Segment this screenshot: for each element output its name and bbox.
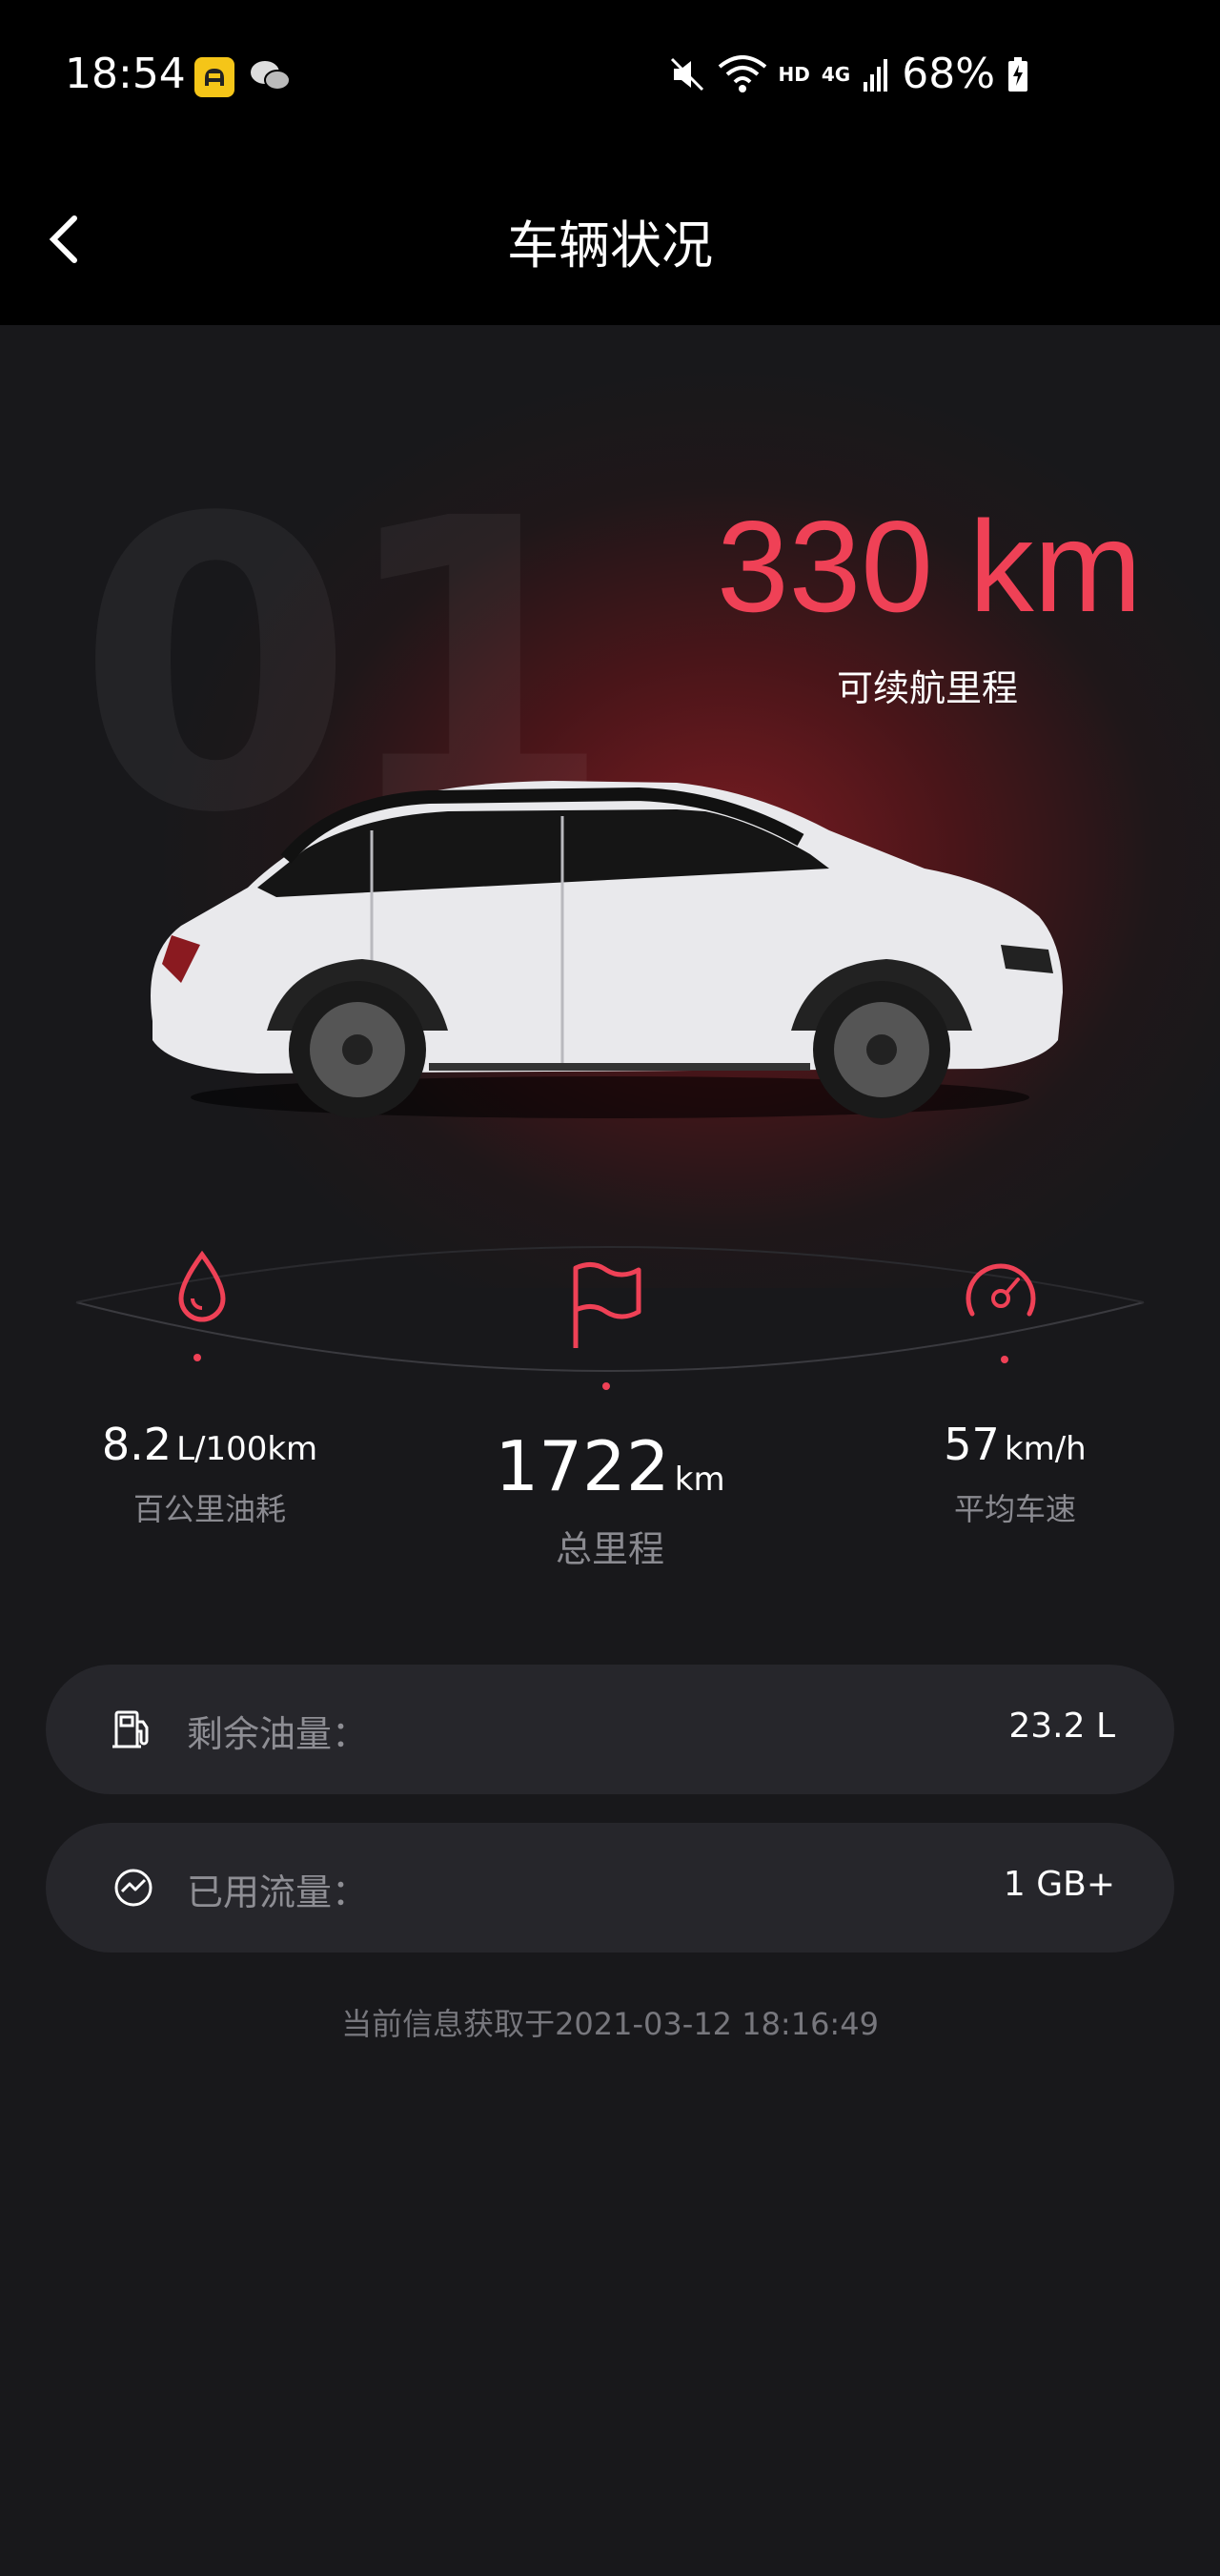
nav-bar: 车辆状况 bbox=[0, 157, 1220, 325]
battery-charging-icon bbox=[1008, 56, 1027, 92]
total-mileage-stat: 1722 km 总里程 bbox=[419, 1426, 801, 1572]
remaining-fuel-value: 23.2 L bbox=[1008, 1707, 1115, 1746]
data-usage-label: 已用流量： bbox=[187, 1871, 369, 1913]
status-time: 18:54 bbox=[65, 50, 186, 98]
network-type: 4G bbox=[821, 62, 851, 86]
remaining-fuel-card: 剩余油量： 23.2 L bbox=[46, 1665, 1174, 1794]
signal-icon bbox=[864, 58, 888, 92]
traffic-icon bbox=[114, 1869, 152, 1907]
driving-stats: 8.2 L/100km 百公里油耗 1722 km 总里程 57 km/h 平均… bbox=[0, 1230, 1220, 1611]
average-speed-value: 57 bbox=[944, 1419, 1000, 1470]
status-indicators: HD 4G 68% bbox=[668, 50, 1029, 98]
average-speed-unit: km/h bbox=[1004, 1430, 1087, 1468]
fuel-consumption-stat: 8.2 L/100km 百公里油耗 bbox=[57, 1419, 362, 1529]
mute-icon bbox=[670, 57, 703, 91]
range-label: 可续航里程 bbox=[837, 667, 1019, 709]
car-image bbox=[151, 781, 1063, 1118]
total-mileage-value: 1722 bbox=[495, 1426, 670, 1506]
last-updated-text: 当前信息获取于2021-03-12 18:16:49 bbox=[341, 2006, 879, 2042]
wechat-notification-icon bbox=[250, 59, 292, 97]
battery-percent: 68% bbox=[902, 50, 995, 98]
fuel-consumption-label: 百公里油耗 bbox=[132, 1491, 286, 1527]
speedometer-icon bbox=[966, 1263, 1036, 1317]
total-mileage-unit: km bbox=[674, 1461, 725, 1499]
total-mileage-label: 总里程 bbox=[555, 1528, 664, 1570]
average-speed-stat: 57 km/h 平均车速 bbox=[863, 1419, 1168, 1529]
average-speed-label: 平均车速 bbox=[953, 1491, 1076, 1527]
mileage-dot bbox=[602, 1382, 610, 1390]
speed-dot bbox=[1001, 1356, 1008, 1363]
status-bar: 18:54 HD 4G 68% bbox=[0, 0, 1220, 157]
hd-indicator: HD bbox=[778, 62, 810, 86]
fuel-dot bbox=[193, 1354, 201, 1361]
data-usage-card: 已用流量： 1 GB+ bbox=[46, 1823, 1174, 1952]
fuel-consumption-unit: L/100km bbox=[176, 1430, 318, 1468]
remaining-fuel-label: 剩余油量： bbox=[187, 1713, 369, 1755]
fuel-consumption-value: 8.2 bbox=[101, 1419, 172, 1470]
page-title: 车辆状况 bbox=[507, 215, 713, 276]
fuel-pump-icon bbox=[112, 1710, 149, 1748]
wifi-icon bbox=[718, 54, 766, 92]
range-value: 330 km bbox=[717, 494, 1142, 639]
flag-icon bbox=[573, 1262, 641, 1348]
droplet-icon bbox=[178, 1250, 226, 1322]
car-app-notification-icon bbox=[194, 57, 234, 97]
vehicle-hero: 01 330 km 可续航里程 bbox=[0, 325, 1220, 1288]
data-usage-value: 1 GB+ bbox=[1003, 1865, 1115, 1904]
